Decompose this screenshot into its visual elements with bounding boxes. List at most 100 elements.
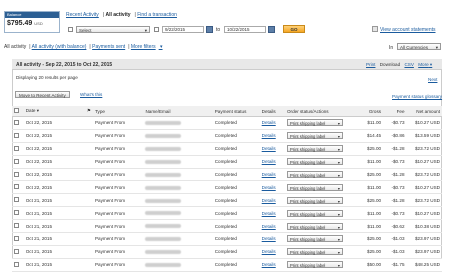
row-checkbox[interactable] — [14, 171, 19, 177]
row-gross: $25.00 — [357, 142, 384, 156]
row-checkbox[interactable] — [14, 145, 19, 151]
order-action-select[interactable]: Print shipping label ▾ — [286, 209, 343, 217]
row-checkbox[interactable] — [14, 210, 19, 216]
order-action-select[interactable]: Print shipping label ▾ — [286, 119, 343, 127]
details-link[interactable]: Details — [262, 262, 276, 267]
row-status: Completed — [212, 142, 260, 156]
select-all-checkbox[interactable] — [14, 108, 19, 113]
row-net: $10.38 USD — [406, 219, 442, 234]
details-link[interactable]: Details — [262, 198, 276, 203]
row-status: Completed — [212, 155, 260, 169]
row-checkbox[interactable] — [14, 248, 19, 254]
details-link[interactable]: Details — [262, 249, 276, 254]
row-gross: $50.00 — [357, 258, 384, 272]
tab-all-activity-balance[interactable]: All activity (with balance) — [32, 44, 87, 50]
row-date: Oct 22, 2015 — [23, 142, 85, 156]
row-type: Payment From — [92, 258, 144, 272]
type-select[interactable]: Select ▾ — [76, 26, 150, 33]
details-link[interactable]: Details — [262, 172, 276, 177]
table-row: Oct 22, 2015 Payment From Completed Details… — [12, 168, 442, 182]
find-transaction-link[interactable]: Find a transaction — [137, 12, 177, 18]
details-link[interactable]: Details — [262, 211, 276, 216]
row-checkbox[interactable] — [14, 223, 19, 229]
row-checkbox[interactable] — [14, 197, 19, 203]
table-row: Oct 22, 2015 Payment From Completed Details… — [12, 129, 442, 143]
col-net-amount[interactable]: Net amount — [406, 106, 442, 117]
details-link[interactable]: Details — [262, 120, 276, 125]
row-net: $10.27 USD — [406, 155, 442, 169]
redacted-name — [145, 211, 182, 216]
row-type: Payment From — [92, 232, 144, 246]
tab-all-activity[interactable]: All activity — [4, 44, 26, 50]
order-action-select[interactable]: Print shipping label ▾ — [286, 132, 343, 140]
calendar-icon[interactable] — [268, 26, 275, 33]
row-net: $48.25 USD — [406, 258, 442, 272]
currency-select[interactable]: All Currencies ▾ — [397, 43, 441, 50]
order-action-select[interactable]: Print shipping label ▾ — [286, 222, 343, 230]
tab-payments-sent[interactable]: Payments sent — [92, 44, 125, 50]
order-action-select[interactable]: Print shipping label ▾ — [286, 196, 343, 204]
row-fee: -$0.73 — [383, 180, 407, 195]
to-date-input[interactable]: 10/22/2015 — [224, 26, 266, 33]
row-net: $23.72 USD — [406, 193, 442, 208]
details-link[interactable]: Details — [262, 224, 276, 229]
csv-link[interactable]: CSV — [404, 62, 413, 67]
calendar-icon[interactable] — [206, 26, 213, 33]
col-fee[interactable]: Fee — [383, 106, 407, 117]
details-link[interactable]: Details — [262, 236, 276, 241]
recent-activity-link[interactable]: Recent Activity — [66, 12, 99, 18]
all-activity-link[interactable]: All activity — [106, 12, 131, 18]
col-name-email[interactable]: Name/Email — [143, 106, 213, 117]
payment-status-glossary-link[interactable]: Payment status glossary — [392, 94, 442, 99]
order-action-select[interactable]: Print shipping label ▾ — [286, 171, 343, 178]
currency-in-label: In — [389, 45, 394, 51]
panel-actions: Print Download CSV More ▾ — [366, 62, 432, 68]
redacted-name — [145, 147, 182, 151]
order-action-select[interactable]: Print shipping label ▾ — [286, 145, 343, 153]
row-status: Completed — [212, 206, 260, 221]
col-date[interactable]: Date ▾ — [23, 106, 85, 117]
col-type[interactable]: Type — [92, 106, 144, 117]
download-label: Download — [379, 62, 401, 67]
col-payment-status[interactable]: Payment status — [212, 106, 260, 117]
details-link[interactable]: Details — [262, 146, 276, 151]
order-action-select[interactable]: Print shipping label ▾ — [286, 248, 343, 256]
redacted-name — [145, 237, 182, 242]
table-row: Oct 22, 2015 Payment From Completed Details… — [12, 116, 442, 130]
go-button[interactable]: GO — [283, 25, 305, 33]
filter-checkbox[interactable] — [68, 27, 73, 32]
row-checkbox[interactable] — [14, 119, 19, 125]
print-link[interactable]: Print — [366, 62, 375, 67]
table-row: Oct 21, 2015 Payment From Completed Details… — [12, 245, 442, 259]
row-checkbox[interactable] — [14, 132, 19, 138]
order-action-select[interactable]: Print shipping label ▾ — [286, 261, 343, 269]
more-link[interactable]: More ▾ — [418, 62, 432, 67]
next-page-link[interactable]: Next — [428, 77, 437, 82]
order-action-select[interactable]: Print shipping label ▾ — [286, 235, 343, 243]
order-action-select[interactable]: Print shipping label ▾ — [286, 158, 343, 166]
row-gross: $11.00 — [357, 155, 384, 169]
from-date-input[interactable]: 9/22/2015 — [162, 26, 204, 33]
row-net: $10.27 USD — [406, 206, 442, 221]
order-action-select[interactable]: Print shipping label ▾ — [286, 183, 343, 191]
chevron-down-icon: ▾ — [337, 160, 340, 166]
whats-this-link[interactable]: What's this — [80, 92, 102, 97]
chevron-down-icon: ▾ — [337, 263, 340, 269]
details-link[interactable]: Details — [262, 159, 276, 164]
row-type: Payment From — [92, 193, 144, 208]
move-to-recent-button[interactable]: Move to Recent Activity — [15, 91, 70, 98]
tab-more-filters[interactable]: More filters ▾ — [131, 44, 163, 50]
row-net: $10.27 USD — [406, 116, 442, 130]
row-checkbox[interactable] — [14, 184, 19, 190]
col-gross[interactable]: Gross — [357, 106, 384, 117]
row-date: Oct 22, 2015 — [23, 116, 85, 130]
date-range-checkbox[interactable] — [154, 27, 159, 32]
row-checkbox[interactable] — [14, 235, 19, 241]
details-link[interactable]: Details — [262, 185, 276, 190]
row-checkbox[interactable] — [14, 261, 19, 267]
balance-box: Balance $795.49 USD — [4, 11, 60, 33]
view-statements-link[interactable]: View account statements — [380, 27, 436, 33]
row-checkbox[interactable] — [14, 158, 19, 164]
details-link[interactable]: Details — [262, 133, 276, 138]
row-type: Payment From — [92, 155, 144, 169]
